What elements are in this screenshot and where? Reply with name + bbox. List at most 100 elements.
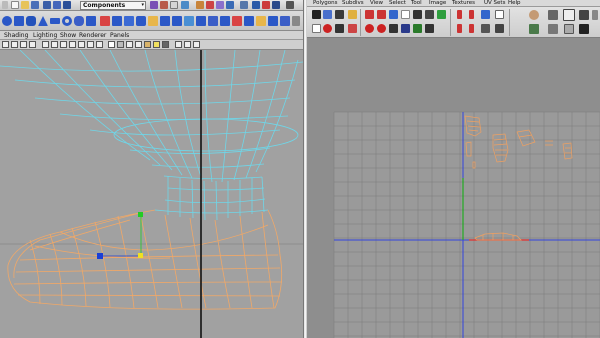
dim-image-icon[interactable] (548, 24, 558, 34)
face-mask-icon[interactable] (170, 1, 178, 9)
menu-uv-sets[interactable]: UV Sets (484, 0, 505, 7)
select-component-icon[interactable] (63, 1, 71, 9)
safe-title-icon[interactable] (96, 41, 103, 48)
uv-mask-icon[interactable] (181, 1, 189, 9)
create-polygon-icon[interactable] (256, 16, 266, 26)
menu-show[interactable]: Show (60, 32, 76, 39)
bevel-icon[interactable] (184, 16, 194, 26)
extrude-edge-icon[interactable] (160, 16, 170, 26)
camera-attributes-icon[interactable] (11, 41, 18, 48)
edge-mask-icon[interactable] (160, 1, 168, 9)
menu-subdivs[interactable]: Subdivs (342, 0, 364, 7)
film-gate-icon[interactable] (51, 41, 58, 48)
uv-sew-icon[interactable] (425, 10, 434, 19)
select-hierarchy-icon[interactable] (43, 1, 51, 9)
uv-map-icon[interactable] (425, 24, 434, 33)
menu-view[interactable]: View (370, 0, 383, 7)
uv-rotate-left-icon[interactable] (365, 24, 374, 33)
input-line-icon[interactable] (286, 1, 294, 9)
xray-icon[interactable] (135, 41, 142, 48)
safe-action-icon[interactable] (87, 41, 94, 48)
poly-cone-icon[interactable] (38, 16, 48, 26)
manip-y-handle[interactable] (138, 212, 143, 217)
bookmark-icon[interactable] (20, 41, 27, 48)
uv-cut-icon[interactable] (413, 10, 422, 19)
uv-shell-icon[interactable] (413, 24, 422, 33)
uv-rotate-cw-icon[interactable] (401, 10, 410, 19)
smooth-icon[interactable] (136, 16, 146, 26)
uv-straighten-icon[interactable] (389, 24, 398, 33)
menu-help[interactable]: Help (508, 0, 521, 7)
render-icon[interactable] (252, 1, 260, 9)
uv-isolate-icon[interactable] (348, 24, 357, 33)
isolate-select-icon[interactable] (175, 41, 182, 48)
save-scene-icon[interactable] (31, 1, 39, 9)
image-plane-icon[interactable] (29, 41, 36, 48)
snap-curve-icon[interactable] (206, 1, 214, 9)
uv-editor-viewport[interactable] (307, 38, 600, 338)
uv-align-max-icon[interactable] (469, 10, 474, 19)
textured-icon[interactable] (144, 41, 151, 48)
rgb-channel-icon[interactable] (579, 24, 589, 34)
menu-select[interactable]: Select (389, 0, 406, 7)
field-chart-icon[interactable] (78, 41, 85, 48)
uv-rotate-ccw-icon[interactable] (389, 10, 398, 19)
poly-cube-icon[interactable] (14, 16, 24, 26)
poly-plane-icon[interactable] (50, 18, 60, 24)
uv-align-min-icon[interactable] (457, 10, 462, 19)
bridge-icon[interactable] (172, 16, 182, 26)
wireframe-icon[interactable] (108, 41, 115, 48)
history-icon[interactable] (240, 1, 248, 9)
resolution-gate-icon[interactable] (60, 41, 67, 48)
poly-sphere-icon[interactable] (2, 16, 12, 26)
uv-unfold-icon[interactable] (335, 24, 344, 33)
wedge-face-icon[interactable] (268, 16, 278, 26)
uv-grid-snap-icon[interactable] (401, 24, 410, 33)
append-polygon-icon[interactable] (244, 16, 254, 26)
render-settings-icon[interactable] (272, 1, 280, 9)
ipr-render-icon[interactable] (262, 1, 270, 9)
uv-cut-sew-icon[interactable] (481, 24, 490, 33)
uv-grid-icon[interactable] (495, 10, 504, 19)
extrude-face-icon[interactable] (148, 16, 158, 26)
extract-icon[interactable] (124, 16, 134, 26)
menu-image[interactable]: Image (429, 0, 446, 7)
menu-panels[interactable]: Panels (110, 32, 129, 39)
display-image-icon[interactable] (529, 24, 539, 34)
shadows-icon[interactable] (162, 41, 169, 48)
gate-mask-icon[interactable] (69, 41, 76, 48)
uv-lock-icon[interactable] (495, 24, 504, 33)
shelf-menu-icon[interactable] (292, 16, 300, 26)
snap-grid-icon[interactable] (196, 1, 204, 9)
uv-tweak-icon[interactable] (312, 24, 321, 33)
grid-toggle-icon[interactable] (42, 41, 49, 48)
merge-vertices-icon[interactable] (220, 16, 230, 26)
new-scene-icon[interactable] (11, 1, 19, 9)
menu-set-arrow-icon[interactable] (2, 1, 8, 9)
pixel-snap-icon[interactable] (564, 24, 574, 34)
uv-align-top-icon[interactable] (469, 24, 474, 33)
menu-shading[interactable]: Shading (4, 32, 28, 39)
select-object-icon[interactable] (53, 1, 61, 9)
menu-textures[interactable]: Textures (452, 0, 475, 7)
menu-renderer[interactable]: Renderer (79, 32, 106, 39)
separate-icon[interactable] (112, 16, 122, 26)
snapshot-person-icon[interactable] (529, 10, 539, 20)
snap-plane-icon[interactable] (226, 1, 234, 9)
uv-select-icon[interactable] (312, 10, 321, 19)
insert-edge-loop-icon[interactable] (208, 16, 218, 26)
vertex-mask-icon[interactable] (150, 1, 158, 9)
uv-move-icon[interactable] (323, 10, 332, 19)
select-camera-icon[interactable] (2, 41, 9, 48)
leg-wireframe[interactable] (0, 50, 303, 221)
menu-polygons[interactable]: Polygons (313, 0, 337, 7)
high-quality-icon[interactable] (184, 41, 191, 48)
uv-flip-v-icon[interactable] (377, 10, 386, 19)
delete-edge-icon[interactable] (232, 16, 242, 26)
foot-wireframe[interactable] (7, 209, 283, 310)
image-range-icon[interactable] (548, 10, 558, 20)
open-scene-icon[interactable] (21, 1, 29, 9)
poly-torus-icon[interactable] (62, 16, 72, 26)
toolbar-collapse-icon[interactable] (592, 10, 598, 20)
snap-point-icon[interactable] (216, 1, 224, 9)
